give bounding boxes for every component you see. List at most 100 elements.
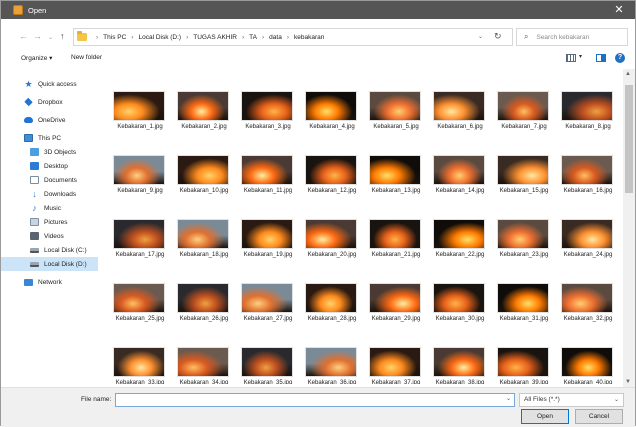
file-type-select[interactable]: All Files (*.*) ⌄ bbox=[519, 393, 624, 407]
sidebar-item[interactable]: ★ Quick access bbox=[1, 77, 98, 91]
file-item[interactable]: Kebakaran_8.jpg bbox=[557, 91, 619, 151]
close-icon[interactable]: ✕ bbox=[613, 4, 625, 16]
file-item[interactable]: Kebakaran_37.jpg bbox=[365, 347, 427, 384]
scroll-up-icon[interactable]: ▲ bbox=[625, 71, 631, 77]
breadcrumb-local-disk-d[interactable]: Local Disk (D:) bbox=[138, 34, 181, 41]
file-item[interactable]: Kebakaran_30.jpg bbox=[429, 283, 491, 343]
file-item[interactable]: Kebakaran_17.jpg bbox=[109, 219, 171, 279]
sidebar-item[interactable]: Pictures bbox=[1, 215, 98, 229]
file-name: Kebakaran_10.jpg bbox=[179, 188, 229, 194]
new-folder-button[interactable]: New folder bbox=[71, 54, 102, 61]
file-item[interactable]: Kebakaran_13.jpg bbox=[365, 155, 427, 215]
open-button[interactable]: Open bbox=[521, 409, 569, 424]
sidebar-item[interactable]: Videos bbox=[1, 229, 98, 243]
file-item[interactable]: Kebakaran_27.jpg bbox=[237, 283, 299, 343]
breadcrumb-ta[interactable]: TA bbox=[249, 34, 257, 41]
file-item[interactable]: Kebakaran_23.jpg bbox=[493, 219, 555, 279]
file-item[interactable]: Kebakaran_15.jpg bbox=[493, 155, 555, 215]
breadcrumb-separator[interactable]: › bbox=[242, 34, 244, 41]
address-bar[interactable]: › This PC › Local Disk (D:) › TUGAS AKHI… bbox=[73, 28, 513, 46]
file-item[interactable]: Kebakaran_25.jpg bbox=[109, 283, 171, 343]
sidebar-item[interactable]: Local Disk (C:) bbox=[1, 243, 98, 257]
file-name-input[interactable] bbox=[115, 393, 515, 407]
file-item[interactable]: Kebakaran_2.jpg bbox=[173, 91, 235, 151]
file-item[interactable]: Kebakaran_4.jpg bbox=[301, 91, 363, 151]
file-name: Kebakaran_5.jpg bbox=[373, 124, 419, 130]
file-item[interactable]: Kebakaran_11.jpg bbox=[237, 155, 299, 215]
file-item[interactable]: Kebakaran_31.jpg bbox=[493, 283, 555, 343]
file-item[interactable]: Kebakaran_6.jpg bbox=[429, 91, 491, 151]
refresh-icon[interactable]: ↻ bbox=[494, 31, 502, 41]
sidebar-item[interactable]: ♪ Music bbox=[1, 201, 98, 215]
view-options-dropdown[interactable]: ▾ bbox=[579, 53, 582, 60]
organize-button[interactable]: Organize ▾ bbox=[21, 54, 52, 62]
vertical-scrollbar[interactable]: ▲ ▼ bbox=[623, 69, 635, 387]
file-item[interactable]: Kebakaran_33.jpg bbox=[109, 347, 171, 384]
image-thumbnail bbox=[497, 91, 549, 121]
sidebar-item[interactable]: OneDrive bbox=[1, 113, 98, 127]
file-item[interactable]: Kebakaran_22.jpg bbox=[429, 219, 491, 279]
breadcrumb-data[interactable]: data bbox=[269, 34, 282, 41]
file-item[interactable]: Kebakaran_29.jpg bbox=[365, 283, 427, 343]
network-icon bbox=[24, 278, 33, 286]
file-item[interactable]: Kebakaran_1.jpg bbox=[109, 91, 171, 151]
file-name: Kebakaran_17.jpg bbox=[115, 252, 165, 258]
file-item[interactable]: Kebakaran_26.jpg bbox=[173, 283, 235, 343]
file-item[interactable]: Kebakaran_20.jpg bbox=[301, 219, 363, 279]
file-item[interactable]: Kebakaran_3.jpg bbox=[237, 91, 299, 151]
scrollbar-thumb[interactable] bbox=[625, 85, 633, 193]
file-item[interactable]: Kebakaran_19.jpg bbox=[237, 219, 299, 279]
file-item[interactable]: Kebakaran_38.jpg bbox=[429, 347, 491, 384]
sidebar-item[interactable]: Desktop bbox=[1, 159, 98, 173]
help-icon[interactable]: ? bbox=[615, 53, 625, 63]
sidebar-item[interactable]: Dropbox bbox=[1, 95, 98, 109]
cancel-button[interactable]: Cancel bbox=[575, 409, 623, 424]
file-name: Kebakaran_20.jpg bbox=[307, 252, 357, 258]
recent-locations-icon[interactable]: ⌄ bbox=[48, 33, 53, 43]
breadcrumb-separator[interactable]: › bbox=[186, 34, 188, 41]
file-item[interactable]: Kebakaran_21.jpg bbox=[365, 219, 427, 279]
preview-pane-icon[interactable] bbox=[596, 54, 606, 62]
file-item[interactable]: Kebakaran_7.jpg bbox=[493, 91, 555, 151]
breadcrumb-this-pc[interactable]: This PC bbox=[103, 34, 126, 41]
file-item[interactable]: Kebakaran_10.jpg bbox=[173, 155, 235, 215]
chevron-down-icon[interactable]: ⌄ bbox=[506, 395, 511, 402]
file-item[interactable]: Kebakaran_24.jpg bbox=[557, 219, 619, 279]
file-name: Kebakaran_35.jpg bbox=[243, 380, 293, 384]
file-item[interactable]: Kebakaran_5.jpg bbox=[365, 91, 427, 151]
chevron-down-icon[interactable]: ⌄ bbox=[478, 33, 483, 40]
title-bar[interactable]: Open ✕ bbox=[1, 1, 635, 19]
sidebar-item-label: Documents bbox=[44, 176, 77, 184]
file-item[interactable]: Kebakaran_36.jpg bbox=[301, 347, 363, 384]
sidebar-item[interactable]: Documents bbox=[1, 173, 98, 187]
sidebar-item[interactable]: This PC bbox=[1, 131, 98, 145]
scroll-down-icon[interactable]: ▼ bbox=[625, 379, 631, 385]
breadcrumb-separator[interactable]: › bbox=[131, 34, 133, 41]
breadcrumb-separator[interactable]: › bbox=[262, 34, 264, 41]
breadcrumb-tugas-akhir[interactable]: TUGAS AKHIR bbox=[193, 34, 237, 41]
sidebar-item[interactable]: Local Disk (D:) bbox=[1, 257, 98, 271]
file-item[interactable]: Kebakaran_34.jpg bbox=[173, 347, 235, 384]
sidebar-item[interactable]: 3D Objects bbox=[1, 145, 98, 159]
file-item[interactable]: Kebakaran_16.jpg bbox=[557, 155, 619, 215]
file-item[interactable]: Kebakaran_39.jpg bbox=[493, 347, 555, 384]
file-item[interactable]: Kebakaran_32.jpg bbox=[557, 283, 619, 343]
search-box[interactable]: ⌕ Search kebakaran bbox=[516, 28, 628, 46]
breadcrumb-kebakaran[interactable]: kebakaran bbox=[294, 34, 324, 41]
up-arrow-icon[interactable]: ↑ bbox=[60, 31, 65, 41]
file-item[interactable]: Kebakaran_35.jpg bbox=[237, 347, 299, 384]
file-item[interactable]: Kebakaran_28.jpg bbox=[301, 283, 363, 343]
file-name: Kebakaran_26.jpg bbox=[179, 316, 229, 322]
sidebar-item[interactable]: ↓ Downloads bbox=[1, 187, 98, 201]
file-item[interactable]: Kebakaran_18.jpg bbox=[173, 219, 235, 279]
file-name: Kebakaran_25.jpg bbox=[115, 316, 165, 322]
file-item[interactable]: Kebakaran_12.jpg bbox=[301, 155, 363, 215]
file-item[interactable]: Kebakaran_40.jpg bbox=[557, 347, 619, 384]
view-mode-icon[interactable] bbox=[566, 54, 576, 62]
breadcrumb-separator[interactable]: › bbox=[287, 34, 289, 41]
back-arrow-icon[interactable]: ← bbox=[19, 31, 28, 41]
file-item[interactable]: Kebakaran_14.jpg bbox=[429, 155, 491, 215]
forward-arrow-icon[interactable]: → bbox=[33, 31, 42, 41]
file-item[interactable]: Kebakaran_9.jpg bbox=[109, 155, 171, 215]
sidebar-item[interactable]: Network bbox=[1, 275, 98, 289]
